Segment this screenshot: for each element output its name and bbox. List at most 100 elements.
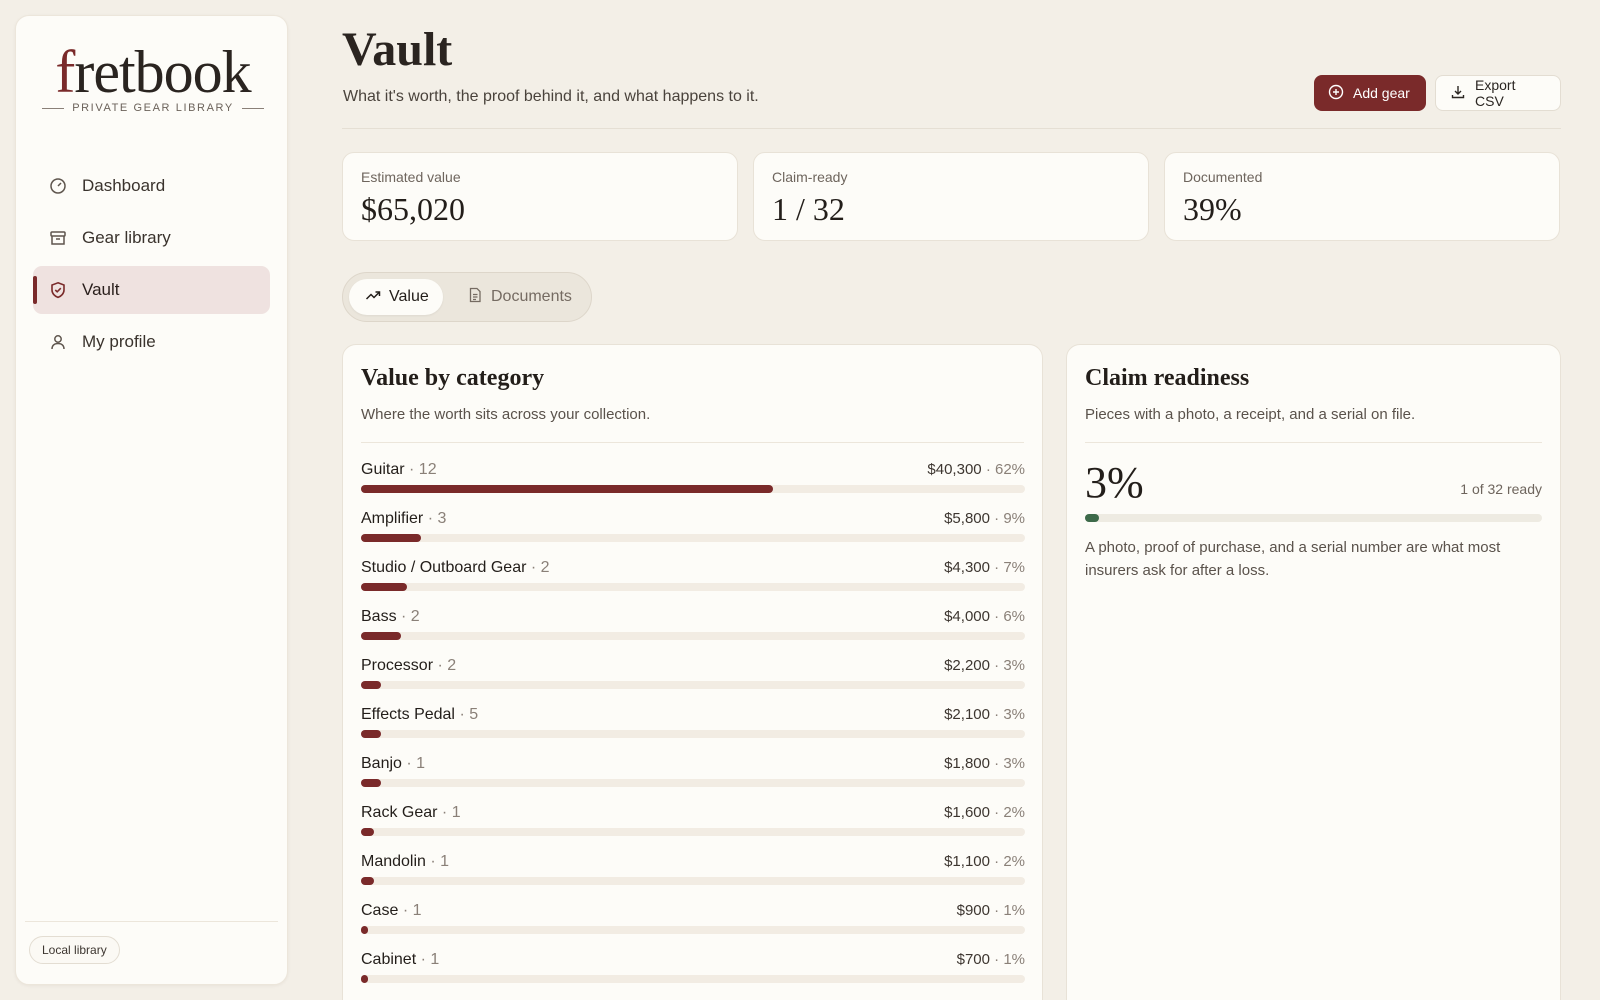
claim-readiness-note: A photo, proof of purchase, and a serial… bbox=[1085, 539, 1501, 579]
download-icon bbox=[1450, 84, 1466, 103]
page-subtitle: What it's worth, the proof behind it, an… bbox=[343, 88, 759, 105]
category-value: $700 · 1% bbox=[956, 951, 1025, 968]
category-bar-track bbox=[361, 632, 1025, 640]
category-bar-fill bbox=[361, 485, 773, 493]
category-percent: · 1% bbox=[994, 951, 1025, 968]
category-value: $1,100 · 2% bbox=[944, 853, 1025, 870]
category-bar-fill bbox=[361, 583, 408, 591]
panel-divider bbox=[361, 442, 1024, 443]
sidebar-item-gear-library[interactable]: Gear library bbox=[33, 214, 270, 262]
page-title: Vault bbox=[342, 23, 453, 76]
view-tabs: Value Documents bbox=[342, 272, 592, 322]
category-row: Rack Gear · 1 $1,600 · 2% bbox=[361, 804, 1025, 853]
category-percent: · 3% bbox=[994, 755, 1025, 772]
category-percent: · 2% bbox=[994, 804, 1025, 821]
claim-ready-count: 1 of 32 ready bbox=[1460, 481, 1542, 497]
category-count: · 1 bbox=[420, 951, 440, 968]
add-gear-button[interactable]: Add gear bbox=[1314, 75, 1426, 111]
category-count: · 12 bbox=[409, 461, 437, 478]
document-icon bbox=[467, 287, 483, 308]
category-value: $4,300 · 7% bbox=[944, 559, 1025, 576]
category-name: Case · 1 bbox=[361, 902, 422, 919]
stat-estimated-value: Estimated value $65,020 bbox=[342, 152, 738, 241]
category-name: Studio / Outboard Gear · 2 bbox=[361, 559, 550, 576]
sidebar-item-label: My profile bbox=[82, 332, 156, 351]
stat-value: 1 / 32 bbox=[772, 191, 845, 227]
stat-label: Estimated value bbox=[361, 169, 461, 185]
category-value: $4,000 · 6% bbox=[944, 608, 1025, 625]
panel-title: Claim readiness bbox=[1085, 365, 1250, 391]
category-row: Banjo · 1 $1,800 · 3% bbox=[361, 755, 1025, 804]
category-row: Processor · 2 $2,200 · 3% bbox=[361, 657, 1025, 706]
category-percent: · 3% bbox=[994, 657, 1025, 674]
category-name: Cabinet · 1 bbox=[361, 951, 440, 968]
claim-progress-fill bbox=[1085, 514, 1099, 522]
category-count: · 5 bbox=[459, 706, 479, 723]
category-count: · 3 bbox=[427, 510, 447, 527]
tab-value[interactable]: Value bbox=[349, 279, 443, 315]
category-bar-fill bbox=[361, 534, 421, 542]
category-bar-track bbox=[361, 975, 1025, 983]
sidebar-item-my-profile[interactable]: My profile bbox=[33, 318, 270, 366]
category-row: Amplifier · 3 $5,800 · 9% bbox=[361, 510, 1025, 559]
category-bar-fill bbox=[361, 681, 381, 689]
category-bar-fill bbox=[361, 877, 375, 885]
sidebar-nav: Dashboard Gear library Vault My profile bbox=[33, 162, 270, 370]
category-value: $2,100 · 3% bbox=[944, 706, 1025, 723]
logo-tagline: PRIVATE GEAR LIBRARY bbox=[42, 102, 264, 114]
tab-label: Documents bbox=[491, 288, 572, 305]
stat-label: Claim-ready bbox=[772, 169, 848, 185]
category-row: Mandolin · 1 $1,100 · 2% bbox=[361, 853, 1025, 902]
category-bar-track bbox=[361, 681, 1025, 689]
category-list: Guitar · 12 $40,300 · 62% Amplifier · 3 $5,… bbox=[361, 461, 1025, 1000]
category-percent: · 6% bbox=[994, 608, 1025, 625]
sidebar-item-dashboard[interactable]: Dashboard bbox=[33, 162, 270, 210]
category-row: Case · 1 $900 · 1% bbox=[361, 902, 1025, 951]
category-bar-track bbox=[361, 779, 1025, 787]
category-bar-track bbox=[361, 926, 1025, 934]
category-name: Banjo · 1 bbox=[361, 755, 426, 772]
stat-claim-ready: Claim-ready 1 / 32 bbox=[753, 152, 1149, 241]
category-name: Bass · 2 bbox=[361, 608, 420, 625]
category-bar-track bbox=[361, 730, 1025, 738]
claim-readiness-panel: Claim readiness Pieces with a photo, a r… bbox=[1066, 344, 1561, 1000]
category-bar-track bbox=[361, 485, 1025, 493]
sidebar-item-label: Vault bbox=[82, 280, 120, 299]
logo-wordmark: fretbook bbox=[55, 39, 251, 105]
sidebar-item-label: Dashboard bbox=[82, 176, 166, 195]
stat-label: Documented bbox=[1183, 169, 1263, 185]
sidebar-divider bbox=[25, 921, 278, 922]
category-bar-fill bbox=[361, 730, 381, 738]
category-bar-track bbox=[361, 828, 1025, 836]
category-name: Processor · 2 bbox=[361, 657, 457, 674]
stat-value: 39% bbox=[1183, 191, 1242, 227]
category-percent: · 2% bbox=[994, 853, 1025, 870]
category-count: · 1 bbox=[406, 755, 426, 772]
sidebar-item-vault[interactable]: Vault bbox=[33, 266, 270, 314]
header-divider bbox=[342, 128, 1561, 129]
category-name: Mandolin · 1 bbox=[361, 853, 450, 870]
tab-documents[interactable]: Documents bbox=[463, 279, 583, 315]
archive-box-icon bbox=[49, 229, 67, 247]
panel-title: Value by category bbox=[361, 365, 545, 391]
category-bar-fill bbox=[361, 926, 368, 934]
brand-logo[interactable]: fretbook PRIVATE GEAR LIBRARY bbox=[42, 38, 264, 114]
category-count: · 1 bbox=[441, 804, 461, 821]
stat-documented: Documented 39% bbox=[1164, 152, 1560, 241]
export-csv-button[interactable]: Export CSV bbox=[1435, 75, 1561, 111]
category-bar-fill bbox=[361, 828, 375, 836]
category-count: · 2 bbox=[530, 559, 550, 576]
category-value: $1,800 · 3% bbox=[944, 755, 1025, 772]
category-value: $2,200 · 3% bbox=[944, 657, 1025, 674]
category-bar-track bbox=[361, 534, 1025, 542]
category-percent: · 3% bbox=[994, 706, 1025, 723]
panel-subtitle: Pieces with a photo, a receipt, and a se… bbox=[1085, 406, 1416, 423]
category-count: · 1 bbox=[430, 853, 450, 870]
value-by-category-panel: Value by category Where the worth sits a… bbox=[342, 344, 1043, 1000]
category-bar-fill bbox=[361, 975, 368, 983]
category-count: · 1 bbox=[402, 902, 422, 919]
category-bar-track bbox=[361, 877, 1025, 885]
category-row: Cabinet · 1 $700 · 1% bbox=[361, 951, 1025, 1000]
sidebar: fretbook PRIVATE GEAR LIBRARY Dashboard … bbox=[15, 15, 288, 985]
export-csv-label: Export CSV bbox=[1475, 77, 1516, 109]
